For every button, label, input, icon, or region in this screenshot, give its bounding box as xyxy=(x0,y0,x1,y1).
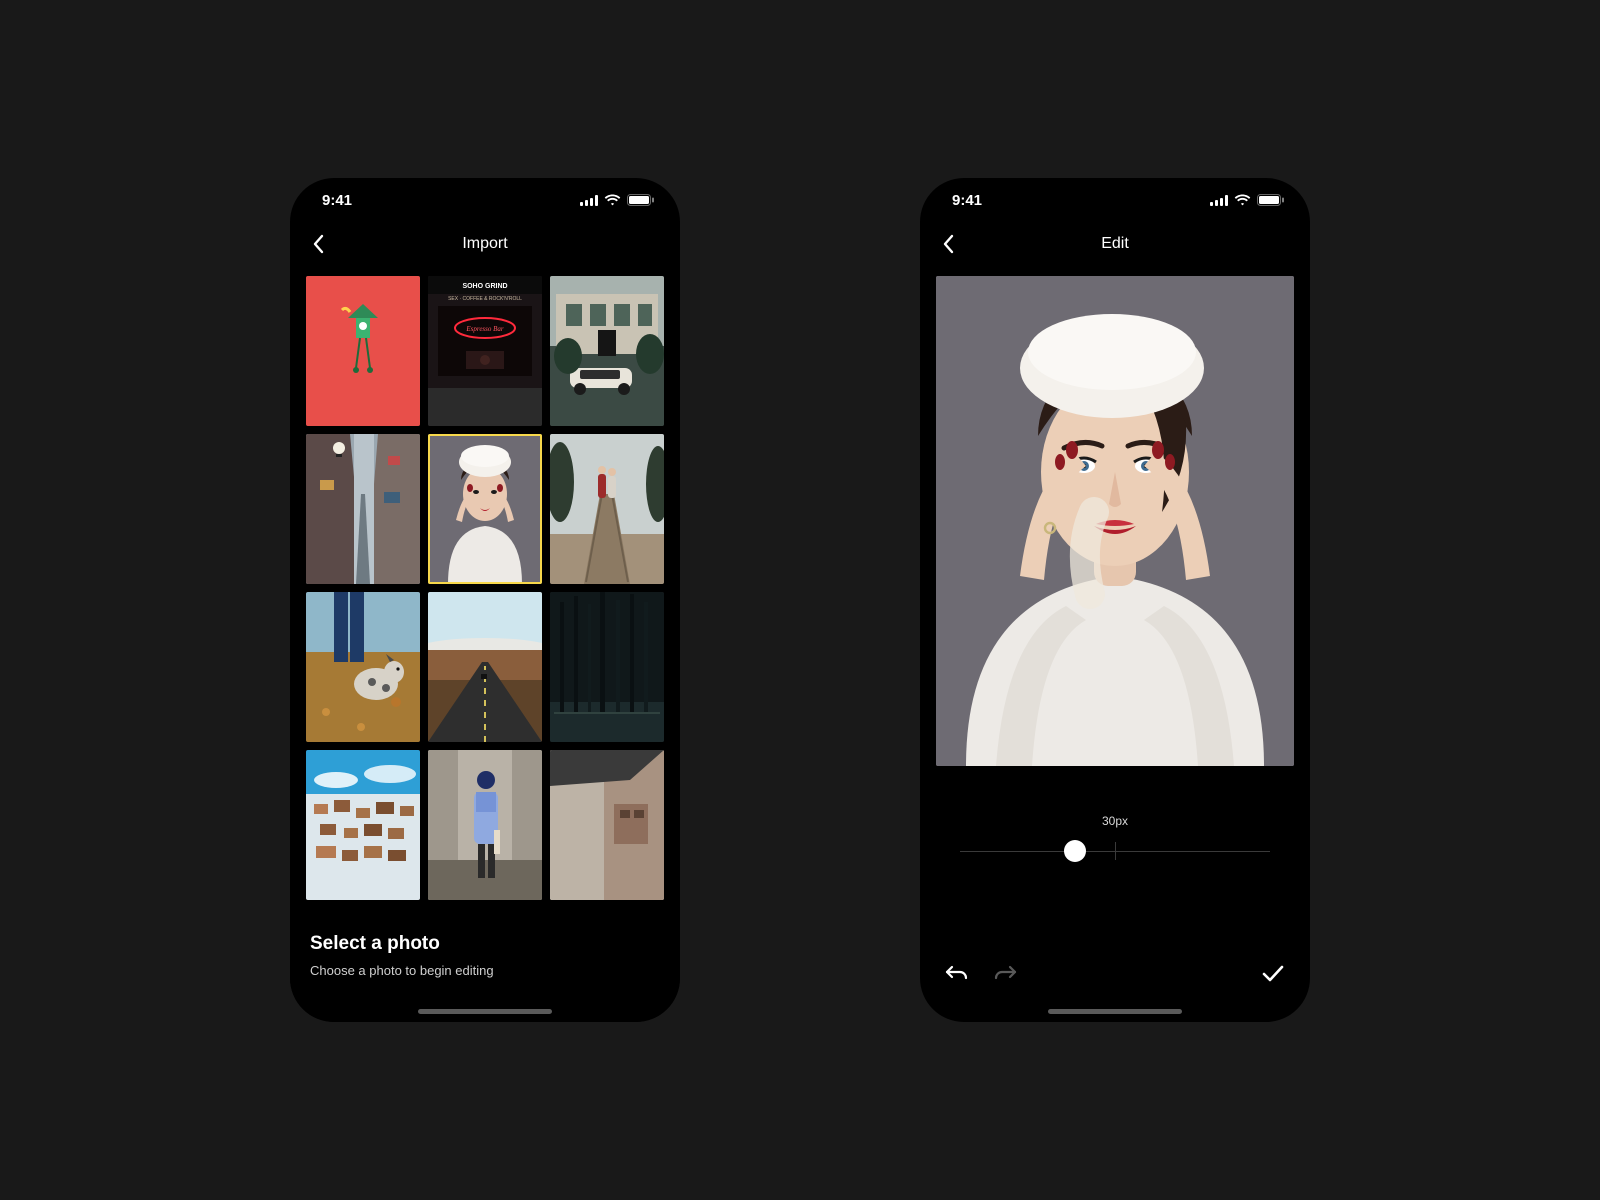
home-indicator[interactable] xyxy=(418,1009,552,1014)
confirm-button[interactable] xyxy=(1260,960,1286,986)
cellular-icon xyxy=(580,195,598,206)
edit-toolbar xyxy=(944,960,1286,986)
photo-thumb-laneway[interactable] xyxy=(306,434,420,584)
cellular-icon xyxy=(1210,195,1228,206)
svg-text:Espresso Bar: Espresso Bar xyxy=(465,325,504,333)
photo-thumb-painter[interactable] xyxy=(428,750,542,900)
nav-title: Edit xyxy=(1101,235,1129,253)
wifi-icon xyxy=(1234,194,1251,206)
photo-thumb-snowy-town[interactable] xyxy=(306,750,420,900)
nav-bar: Import xyxy=(290,222,680,266)
photo-thumb-dark-forest[interactable] xyxy=(550,592,664,742)
photo-grid: SOHO GRIND SEX · COFFEE & ROCK'N'ROLL Es… xyxy=(306,276,664,900)
status-bar: 9:41 xyxy=(920,178,1310,222)
status-time: 9:41 xyxy=(322,192,352,209)
redo-icon xyxy=(993,963,1017,983)
status-indicators xyxy=(580,194,654,206)
check-icon xyxy=(1261,963,1285,983)
slider-knob[interactable] xyxy=(1064,840,1086,862)
brush-size-control: 30px xyxy=(960,814,1270,862)
battery-icon xyxy=(1257,194,1284,206)
brush-size-label: 30px xyxy=(960,814,1270,828)
brush-size-slider[interactable] xyxy=(960,840,1270,862)
photo-thumb-highway[interactable] xyxy=(428,592,542,742)
photo-thumb-cuckoo-clock[interactable] xyxy=(306,276,420,426)
select-photo-prompt: Select a photo Choose a photo to begin e… xyxy=(290,915,680,1022)
photo-thumb-couple-pier[interactable] xyxy=(550,434,664,584)
undo-icon xyxy=(945,963,969,983)
status-indicators xyxy=(1210,194,1284,206)
back-button[interactable] xyxy=(304,230,332,258)
prompt-subtitle: Choose a photo to begin editing xyxy=(310,963,660,978)
svg-text:SOHO GRIND: SOHO GRIND xyxy=(462,283,507,290)
wifi-icon xyxy=(604,194,621,206)
status-bar: 9:41 xyxy=(290,178,680,222)
photo-thumb-concrete[interactable] xyxy=(550,750,664,900)
redo-button[interactable] xyxy=(992,960,1018,986)
home-indicator[interactable] xyxy=(1048,1009,1182,1014)
battery-icon xyxy=(627,194,654,206)
svg-text:SEX · COFFEE & ROCK'N'ROLL: SEX · COFFEE & ROCK'N'ROLL xyxy=(448,296,522,302)
slider-center-tick xyxy=(1115,842,1116,860)
undo-button[interactable] xyxy=(944,960,970,986)
edit-screen: 9:41 Edit xyxy=(920,178,1310,1022)
edit-canvas[interactable] xyxy=(936,276,1294,766)
photo-thumb-soho-cafe[interactable]: SOHO GRIND SEX · COFFEE & ROCK'N'ROLL Es… xyxy=(428,276,542,426)
photo-thumb-dog-autumn[interactable] xyxy=(306,592,420,742)
chevron-left-icon xyxy=(312,234,324,254)
prompt-title: Select a photo xyxy=(310,933,660,955)
photo-thumb-woman-beret[interactable] xyxy=(428,434,542,584)
status-time: 9:41 xyxy=(952,192,982,209)
photo-thumb-london-car[interactable] xyxy=(550,276,664,426)
nav-bar: Edit xyxy=(920,222,1310,266)
chevron-left-icon xyxy=(942,234,954,254)
import-screen: 9:41 Import xyxy=(290,178,680,1022)
back-button[interactable] xyxy=(934,230,962,258)
photo-grid-scroll[interactable]: SOHO GRIND SEX · COFFEE & ROCK'N'ROLL Es… xyxy=(306,276,664,1022)
nav-title: Import xyxy=(462,235,507,253)
